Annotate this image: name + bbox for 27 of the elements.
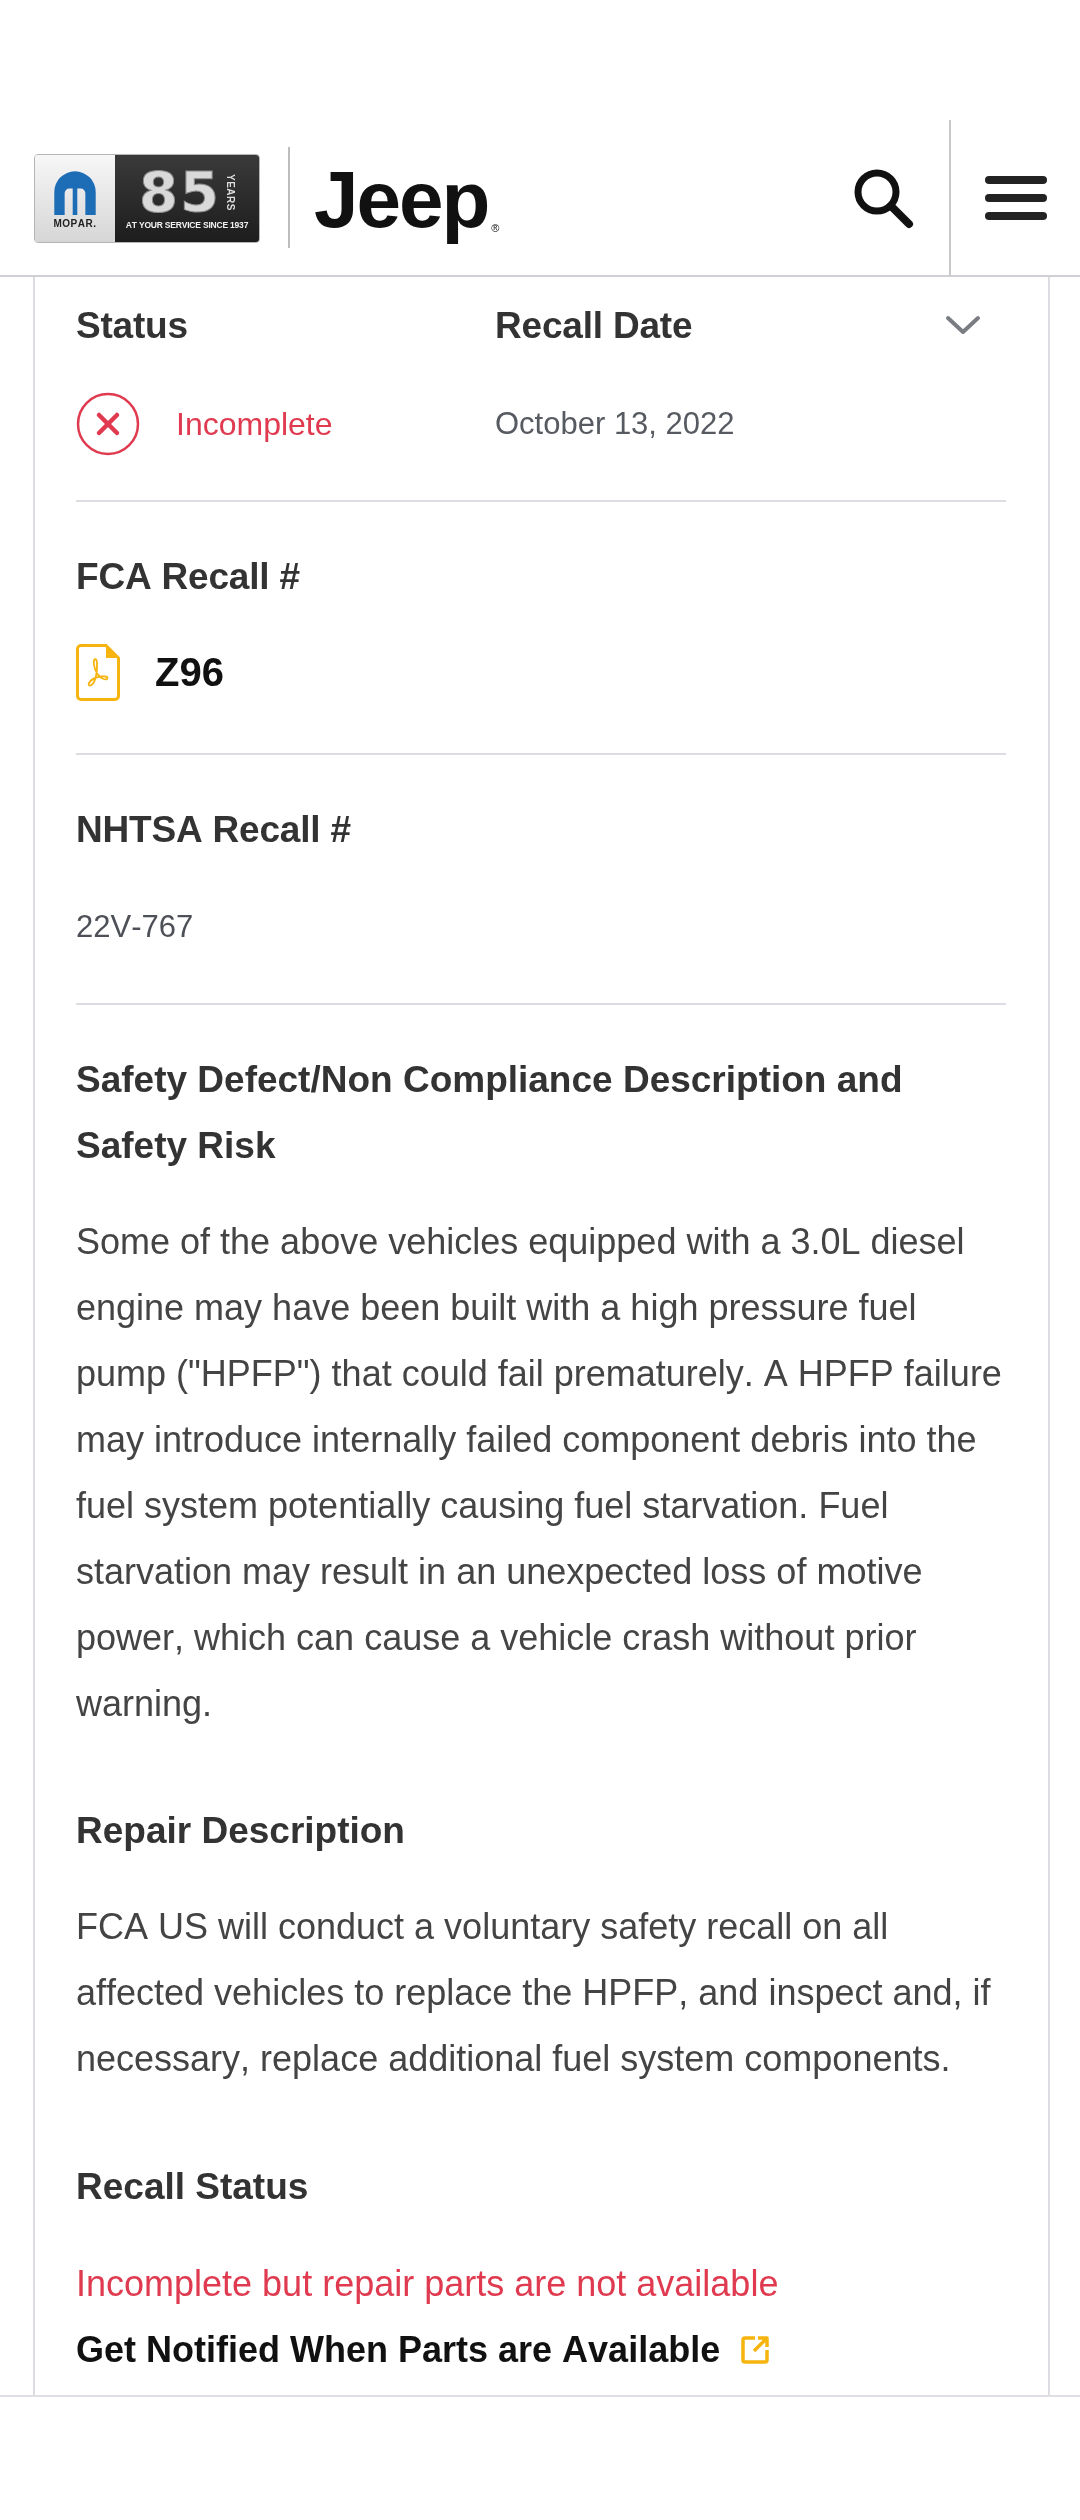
collapse-button[interactable]: [945, 314, 981, 336]
section-heading: Safety Defect/Non Compliance Description and Safety Risk: [76, 1058, 904, 1168]
recall-document-link[interactable]: Z96: [76, 644, 224, 701]
registered-mark: ®: [491, 222, 500, 234]
logo-tagline: AT YOUR SERVICE SINCE 1937: [125, 221, 249, 230]
external-link-icon: [740, 2335, 771, 2365]
notify-link[interactable]: Get Notified When Parts are Available: [76, 2317, 771, 2383]
menu-button[interactable]: [985, 175, 1047, 220]
menu-icon: [985, 175, 1047, 220]
recall-date-label: Recall Date: [495, 305, 693, 347]
logo-emblem-text: MOPAR.: [53, 218, 97, 229]
logo-years-text: YEARS: [224, 173, 235, 211]
section-paragraph: Some of the above vehicles equipped with a 3.0L diesel engine may have been built with a high pressure fuel pump ("HPFP") that could fail prematurely. A HPFP failure may introduce internally failed component debris into the fuel system potentially causing fuel starvation. Fuel starvation may result in an unexpected loss of motive power, which can cause a vehicle crash without prior warning.: [76, 1220, 1003, 1726]
section-heading: Repair Description: [76, 1809, 406, 1853]
status-label: Status: [76, 305, 188, 347]
logo-number: 85: [139, 167, 221, 218]
brand-wordmark: Jeep: [314, 153, 489, 246]
recall-status-label: Recall Status: [76, 2165, 310, 2209]
chevron-down-icon: [945, 314, 981, 336]
pdf-document-icon: [76, 644, 120, 701]
nhtsa-recall-label: NHTSA Recall #: [76, 809, 351, 851]
fca-recall-label: FCA Recall #: [76, 556, 300, 598]
status-value: Incomplete: [176, 405, 333, 444]
nhtsa-recall-value: 22V-767: [76, 908, 194, 946]
section-paragraph: FCA US will conduct a voluntary safety recall on all affected vehicles to replace the HPFP, and inspect and, if necessary, replace additional fuel system components.: [76, 1905, 992, 2081]
recall-date-value: October 13, 2022: [495, 405, 735, 443]
recall-status-value: Incomplete but repair parts are not available: [76, 2262, 779, 2306]
